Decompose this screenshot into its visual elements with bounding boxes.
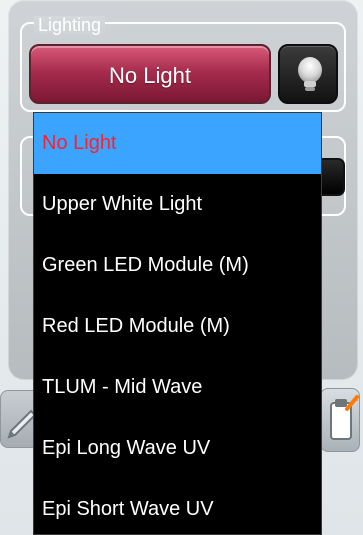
dropdown-option-red-led-module-m[interactable]: Red LED Module (M) [34,296,321,357]
dropdown-option-epi-long-wave-uv[interactable]: Epi Long Wave UV [34,418,321,479]
lighting-legend: Lighting [34,16,106,34]
lighting-dropdown-list[interactable]: No Light Upper White Light Green LED Mod… [33,112,322,535]
lighting-combobox[interactable]: No Light [29,44,271,104]
app-window: Lighting No Light No Light Upper White L… [0,0,363,535]
lightbulb-icon [298,57,322,91]
dropdown-option-upper-white-light[interactable]: Upper White Light [34,174,321,235]
dropdown-option-no-light[interactable]: No Light [34,113,321,174]
dropdown-option-green-led-module-m[interactable]: Green LED Module (M) [34,235,321,296]
clipboard-icon-button[interactable] [320,388,360,452]
lighting-combobox-value: No Light [109,63,191,88]
dropdown-option-epi-short-wave-uv[interactable]: Epi Short Wave UV [34,479,321,534]
dropdown-option-tlum-mid-wave[interactable]: TLUM - Mid Wave [34,357,321,418]
bulb-button[interactable] [278,44,338,104]
clipboard-icon [330,395,359,440]
